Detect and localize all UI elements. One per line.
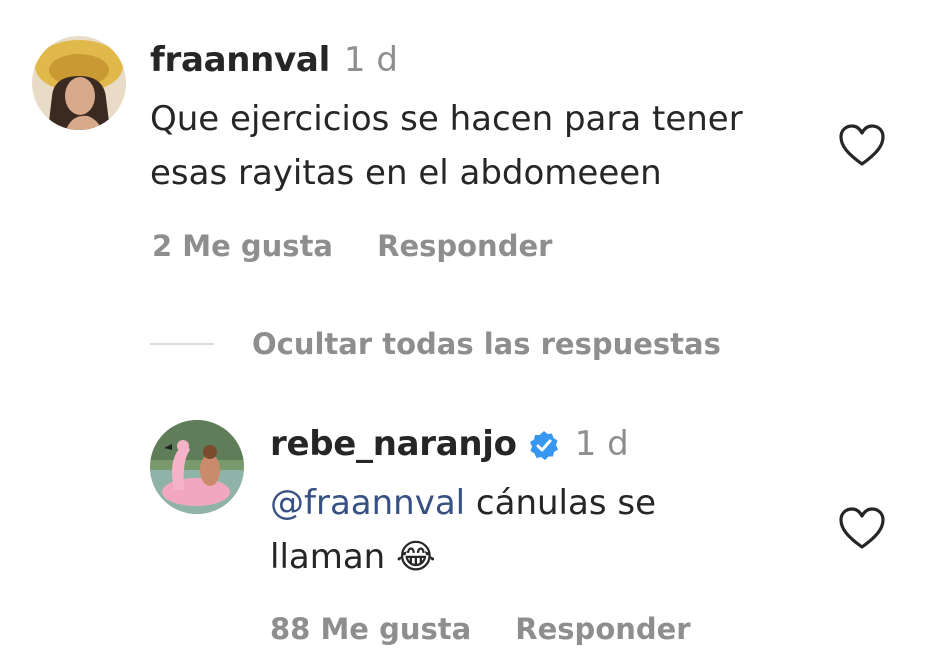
hide-replies-button[interactable]: Ocultar todas las respuestas <box>252 327 721 361</box>
reply-mention-link[interactable]: @fraannval <box>270 483 465 523</box>
laughing-emoji-icon: 😂 <box>396 537 436 577</box>
comment-text-line1: Que ejercicios se hacen para tener <box>150 99 743 139</box>
reply-text-line1: cánulas se <box>465 483 656 523</box>
comment-time: 1 d <box>343 40 398 80</box>
avatar-image <box>32 36 126 130</box>
divider-line <box>150 343 214 345</box>
avatar-rebe-naranjo[interactable] <box>150 420 244 514</box>
reply-likes-count[interactable]: 88 Me gusta <box>270 612 471 646</box>
comment-reply-button[interactable]: Responder <box>377 229 552 263</box>
verified-badge-icon <box>527 429 561 467</box>
comment-text-line2: esas rayitas en el abdomeeen <box>150 153 662 193</box>
reply-time: 1 d <box>574 424 629 464</box>
comment-likes-count[interactable]: 2 Me gusta <box>152 229 333 263</box>
hide-replies-row[interactable]: Ocultar todas las respuestas <box>150 327 721 361</box>
reply-reply-button[interactable]: Responder <box>515 612 690 646</box>
avatar-fraannval[interactable] <box>32 36 126 130</box>
reply-text-line2: llaman <box>270 537 386 577</box>
comment-username[interactable]: fraannval <box>150 40 330 80</box>
like-heart-icon[interactable] <box>838 124 886 172</box>
avatar-image <box>150 420 244 514</box>
reply-like-heart-icon[interactable] <box>838 507 886 555</box>
reply-username[interactable]: rebe_naranjo <box>270 424 517 464</box>
